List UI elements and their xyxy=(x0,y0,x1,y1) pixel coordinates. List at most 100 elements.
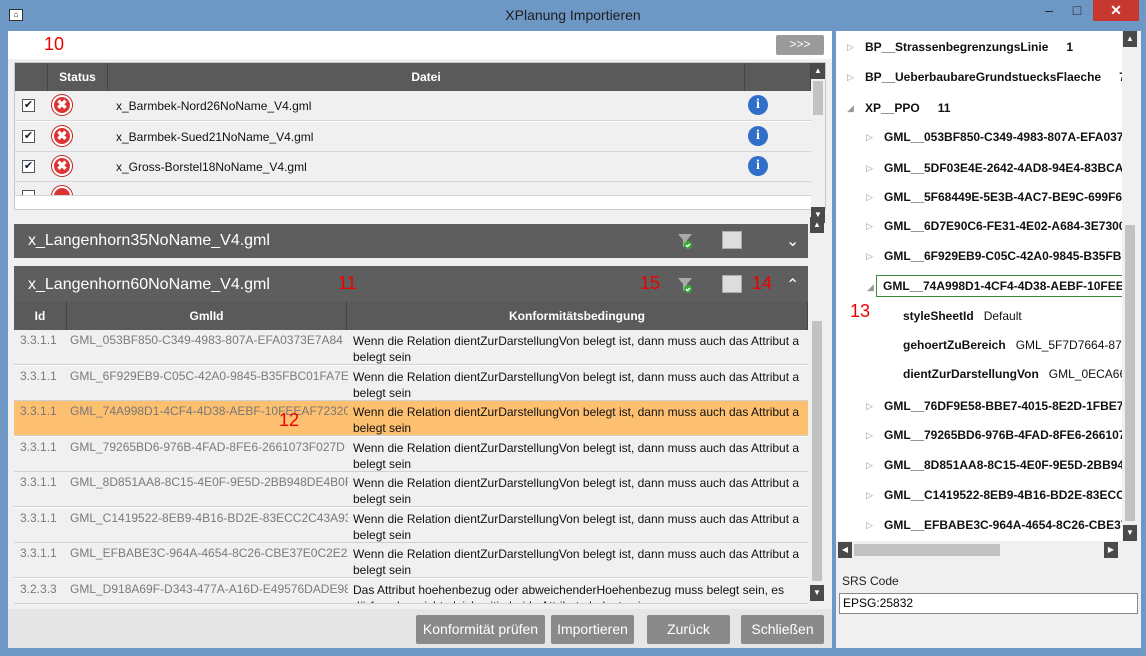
expand-arrow-icon[interactable]: ▷ xyxy=(847,42,854,53)
header-file[interactable]: Datei xyxy=(108,63,745,91)
row-checkbox[interactable]: ✔ xyxy=(22,99,35,112)
import-button[interactable]: Importieren xyxy=(551,615,634,644)
tree-node[interactable]: ▷ GML__76DF9E58-BBE7-4015-8E2D-1FBE7F xyxy=(866,399,1122,413)
hscroll-thumb[interactable] xyxy=(854,544,1000,556)
minimize-button[interactable]: – xyxy=(1035,0,1063,21)
collapse-arrow-icon[interactable]: ◢ xyxy=(847,103,854,114)
file-row[interactable]: ✔ ✖ x_Barmbek-Nord26NoName_V4.gml i xyxy=(15,91,811,121)
table-row[interactable]: 3.3.1.1 GML_79265BD6-976B-4FAD-8FE6-2661… xyxy=(14,437,808,472)
row-checkbox[interactable]: ✔ xyxy=(22,160,35,173)
header-id[interactable]: Id xyxy=(14,302,67,330)
scroll-down-icon[interactable]: ▼ xyxy=(810,585,824,601)
file-row[interactable]: ✔ ✖ x_Barmbek-Sued21NoName_V4.gml i xyxy=(15,122,811,152)
srs-input[interactable]: EPSG:25832 xyxy=(839,593,1138,614)
export-icon[interactable] xyxy=(722,231,742,249)
collapse-arrow-icon[interactable]: ◢ xyxy=(867,282,874,293)
tree-vscroll[interactable]: ▲ ▼ xyxy=(1122,31,1138,541)
table-row-selected[interactable]: 3.3.1.1 GML_74A998D1-4CF4-4D38-AEBF-10FE… xyxy=(14,401,808,436)
expand-arrow-icon[interactable]: ▷ xyxy=(847,72,854,83)
tree-node[interactable]: ▷ GML__79265BD6-976B-4FAD-8FE6-266107 xyxy=(866,428,1122,442)
scroll-thumb[interactable] xyxy=(812,321,822,581)
tree-node[interactable]: ▷ GML__6D7E90C6-FE31-4E02-A684-3E7300 xyxy=(866,219,1122,233)
expand-arrow-icon[interactable]: ▷ xyxy=(866,401,873,412)
tree-node[interactable]: ▷ GML__8D851AA8-8C15-4E0F-9E5D-2BB948 xyxy=(866,458,1122,472)
chevron-down-icon[interactable]: ⌄ xyxy=(786,231,799,251)
tree-property[interactable]: gehoertZuBereich GML_5F7D7664-87E xyxy=(903,338,1122,352)
file-row[interactable]: ✔ ✖ x_Gross-Borstel18NoName_V4.gml i xyxy=(15,152,811,182)
expand-arrow-icon[interactable]: ▷ xyxy=(866,490,873,501)
file-grid-vscroll[interactable]: ▲ ▼ xyxy=(811,63,825,225)
row-checkbox[interactable] xyxy=(22,190,35,195)
expand-arrow-icon[interactable]: ▷ xyxy=(866,460,873,471)
annotation-11: 11 xyxy=(338,273,357,293)
close-button[interactable]: Schließen xyxy=(741,615,824,644)
file-name: x_Barmbek-Sued21NoName_V4.gml xyxy=(116,130,314,144)
chevron-up-icon[interactable]: ⌃ xyxy=(786,275,799,295)
table-row[interactable]: 3.3.1.1 GML_6F929EB9-C05C-42A0-9845-B35F… xyxy=(14,366,808,401)
expand-arrow-icon[interactable]: ▷ xyxy=(866,520,873,531)
tree-node[interactable]: ▷ GML__5DF03E4E-2642-4AD8-94E4-83BCA1 xyxy=(866,161,1122,175)
object-tree: ▷ BP__StrassenbegrenzungsLinie 1 ▷ BP__Ueber… xyxy=(836,31,1122,541)
scroll-thumb[interactable] xyxy=(1125,225,1135,521)
panels-vscroll[interactable]: ▲ ▼ xyxy=(810,217,824,604)
header-gmlid[interactable]: GmlId xyxy=(67,302,347,330)
file-row-partial[interactable] xyxy=(15,182,811,196)
tree-node[interactable]: ▷BP__UeberbaubareGrundstuecksFlaeche7 xyxy=(847,70,1122,84)
file-name: x_Barmbek-Nord26NoName_V4.gml xyxy=(116,99,312,113)
tree-node[interactable]: ◢ GML__74A998D1-4CF4-4D38-AEBF-10FEEA xyxy=(867,275,1122,297)
tree-node[interactable]: ▷ GML__EFBABE3C-964A-4654-8C26-CBE37E xyxy=(866,518,1122,532)
check-conformity-button[interactable]: Konformität prüfen xyxy=(416,615,545,644)
tree-node[interactable]: ◢ XP__PPO 11 xyxy=(847,101,951,115)
cell-id: 3.3.1.1 xyxy=(20,440,57,454)
expand-arrow-icon[interactable]: ▷ xyxy=(866,192,873,203)
tree-node[interactable]: ▷ BP__StrassenbegrenzungsLinie 1 xyxy=(847,40,1074,54)
maximize-button[interactable]: □ xyxy=(1063,0,1091,21)
expand-arrow-icon[interactable]: ▷ xyxy=(866,221,873,232)
cell-gmlid: GML_6F929EB9-C05C-42A0-9845-B35FBC01FA7E xyxy=(70,369,348,383)
row-checkbox[interactable]: ✔ xyxy=(22,130,35,143)
expand-arrow-icon[interactable]: ▷ xyxy=(866,430,873,441)
table-row[interactable]: 3.3.1.1 GML_053BF850-C349-4983-807A-EFA0… xyxy=(14,330,808,365)
tree-property[interactable]: dientZurDarstellungVon GML_0ECA66 xyxy=(903,367,1122,381)
tree-property[interactable]: styleSheetId Default xyxy=(903,309,1022,323)
tree-node[interactable]: ▷ GML__6F929EB9-C05C-42A0-9845-B35FBC xyxy=(866,249,1122,263)
validate-icon[interactable] xyxy=(676,276,694,294)
tree-node-count: 11 xyxy=(937,101,951,115)
file-grid: Status Datei ✔ ✖ x_Barmbek-Nord26NoName_… xyxy=(14,62,826,243)
table-row[interactable]: 3.3.1.1 GML_EFBABE3C-964A-4654-8C26-CBE3… xyxy=(14,543,808,578)
scroll-right-icon[interactable]: ▶ xyxy=(1104,542,1118,558)
scroll-thumb[interactable] xyxy=(813,81,823,115)
file-panel[interactable]: x_Langenhorn35NoName_V4.gml ⌄ xyxy=(14,224,808,258)
file-panel-expanded[interactable]: x_Langenhorn60NoName_V4.gml 11 15 14 ⌃ xyxy=(14,266,808,302)
back-button[interactable]: Zurück xyxy=(647,615,730,644)
tree-node-label: GML__EFBABE3C-964A-4654-8C26-CBE37E xyxy=(884,518,1122,532)
scroll-down-icon[interactable]: ▼ xyxy=(1123,525,1137,541)
table-row[interactable]: 3.3.1.1 GML_C1419522-8EB9-4B16-BD2E-83EC… xyxy=(14,508,808,543)
table-row[interactable]: 3.3.1.1 GML_8D851AA8-8C15-4E0F-9E5D-2BB9… xyxy=(14,472,808,507)
expand-arrow-icon[interactable]: ▷ xyxy=(866,132,873,143)
header-status[interactable]: Status xyxy=(48,63,108,91)
header-condition[interactable]: Konformitätsbedingung xyxy=(347,302,808,330)
tree-node[interactable]: ▷ GML__C1419522-8EB9-4B16-BD2E-83ECC2 xyxy=(866,488,1122,502)
tree-node-label: styleSheetId xyxy=(903,309,974,323)
tree-node-count: 1 xyxy=(1066,40,1074,54)
info-icon[interactable]: i xyxy=(748,126,768,146)
close-window-button[interactable]: ✕ xyxy=(1093,0,1139,21)
scroll-up-icon[interactable]: ▲ xyxy=(811,63,825,79)
tree-node[interactable]: ▷ GML__5F68449E-5E3B-4AC7-BE9C-699F6E xyxy=(866,190,1122,204)
table-row[interactable]: 3.2.3.3 GML_D918A69F-D343-477A-A16D-E495… xyxy=(14,579,808,604)
validate-icon[interactable] xyxy=(676,232,694,250)
cell-id: 3.3.1.1 xyxy=(20,333,57,347)
info-icon[interactable]: i xyxy=(748,156,768,176)
expand-button[interactable]: >>> xyxy=(776,35,824,55)
scroll-up-icon[interactable]: ▲ xyxy=(1123,31,1137,47)
scroll-left-icon[interactable]: ◀ xyxy=(838,542,852,558)
expand-arrow-icon[interactable]: ▷ xyxy=(866,163,873,174)
info-icon[interactable]: i xyxy=(748,95,768,115)
expand-arrow-icon[interactable]: ▷ xyxy=(866,251,873,262)
error-status-icon: ✖ xyxy=(52,156,72,176)
tree-node[interactable]: ▷ GML__053BF850-C349-4983-807A-EFA0373E7A… xyxy=(866,130,1122,144)
tree-hscroll[interactable]: ◀ ▶ xyxy=(836,541,1122,559)
scroll-up-icon[interactable]: ▲ xyxy=(810,217,824,233)
export-icon[interactable] xyxy=(722,275,742,293)
